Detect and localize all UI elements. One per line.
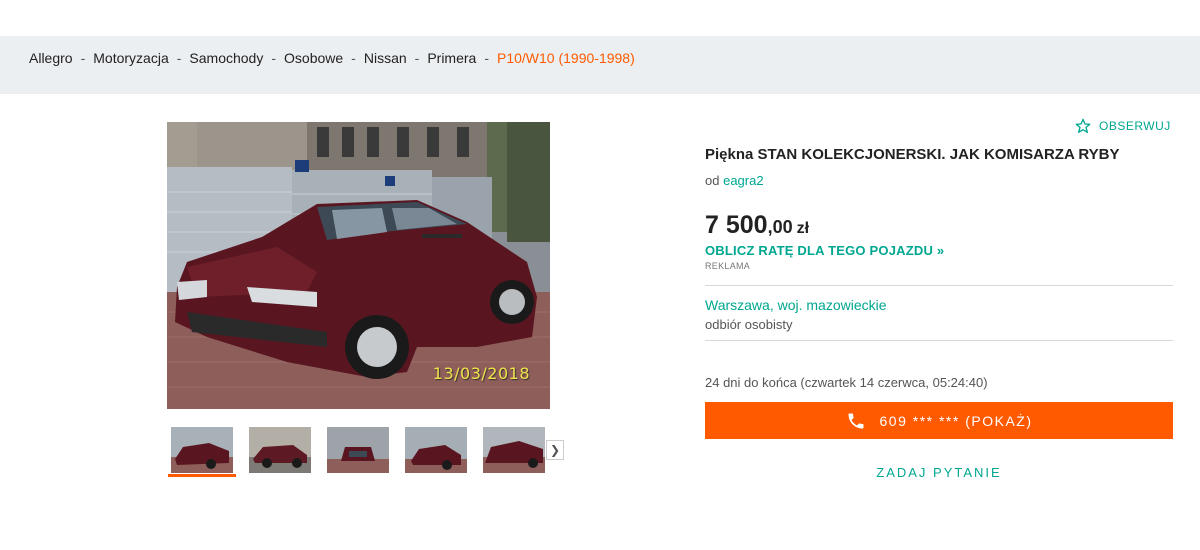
breadcrumb-separator: - xyxy=(414,50,420,66)
calculate-installment-link[interactable]: OBLICZ RATĘ DLA TEGO POJAZDU » xyxy=(705,243,944,258)
thumbnail-3-image xyxy=(327,427,389,473)
thumbnail-2-image xyxy=(249,427,311,473)
thumbnail-4[interactable] xyxy=(405,427,467,473)
seller-link[interactable]: eagra2 xyxy=(723,173,763,188)
price-currency: zł xyxy=(796,220,810,237)
price-decimal: ,00 xyxy=(767,217,793,237)
divider xyxy=(705,340,1173,341)
seller-info: od eagra2 xyxy=(705,173,764,188)
thumbnail-3[interactable] xyxy=(327,427,389,473)
breadcrumb-item-nissan[interactable]: Nissan xyxy=(364,50,407,66)
thumbnail-1-image xyxy=(171,427,233,473)
breadcrumb-separator: - xyxy=(176,50,182,66)
ask-question-button[interactable]: ZADAJ PYTANIE xyxy=(705,465,1173,480)
watch-button[interactable]: OBSERWUJ xyxy=(1075,118,1171,134)
breadcrumb-item-current[interactable]: P10/W10 (1990-1998) xyxy=(497,50,635,66)
breadcrumb-item-allegro[interactable]: Allegro xyxy=(29,50,73,66)
thumbnail-selected-indicator xyxy=(168,474,236,477)
breadcrumb-separator: - xyxy=(271,50,277,66)
location-link[interactable]: Warszawa, woj. mazowieckie xyxy=(705,297,887,313)
breadcrumb-item-osobowe[interactable]: Osobowe xyxy=(284,50,343,66)
breadcrumb-separator: - xyxy=(80,50,86,66)
breadcrumb-separator: - xyxy=(351,50,356,66)
breadcrumb: Allegro - Motoryzacja - Samochody - Osobowe - Ni… xyxy=(29,50,635,66)
breadcrumb-item-primera[interactable]: Primera xyxy=(427,50,476,66)
thumbnail-next-button[interactable]: ❯ xyxy=(546,440,564,460)
price-main: 7 500 xyxy=(705,211,768,239)
thumbnail-strip: ❯ xyxy=(167,425,567,477)
breadcrumb-item-motoryzacja[interactable]: Motoryzacja xyxy=(93,50,168,66)
thumbnail-2[interactable] xyxy=(249,427,311,473)
thumbnail-4-image xyxy=(405,427,467,473)
time-left: 24 dni do końca (czwartek 14 czerwca, 05… xyxy=(705,375,988,390)
chevron-right-icon: ❯ xyxy=(549,443,561,457)
delivery-option: odbiór osobisty xyxy=(705,317,793,332)
photo-date-stamp: 13/03/2018 xyxy=(432,364,530,383)
top-header xyxy=(0,0,1200,36)
divider xyxy=(705,285,1173,286)
phone-icon xyxy=(848,413,863,428)
star-icon xyxy=(1075,118,1091,133)
show-phone-button[interactable]: 609 *** *** (POKAŻ) xyxy=(705,402,1173,439)
breadcrumb-separator: - xyxy=(484,50,489,66)
main-photo[interactable]: 13/03/2018 xyxy=(167,122,550,409)
thumbnail-5[interactable] xyxy=(483,427,545,473)
show-phone-label: 609 *** *** (POKAŻ) xyxy=(879,412,1033,429)
thumbnail-1[interactable] xyxy=(171,427,233,473)
ad-label: REKLAMA xyxy=(705,261,751,271)
seller-prefix: od xyxy=(705,173,720,188)
watch-label: OBSERWUJ xyxy=(1099,119,1171,133)
page-bottom xyxy=(0,515,1200,550)
price: 7 500,00 zł xyxy=(705,211,809,240)
thumbnail-5-image xyxy=(483,427,545,473)
offer-title: Piękna STAN KOLEKCJONERSKI. JAK KOMISARZ… xyxy=(705,146,1120,163)
breadcrumb-item-samochody[interactable]: Samochody xyxy=(189,50,263,66)
